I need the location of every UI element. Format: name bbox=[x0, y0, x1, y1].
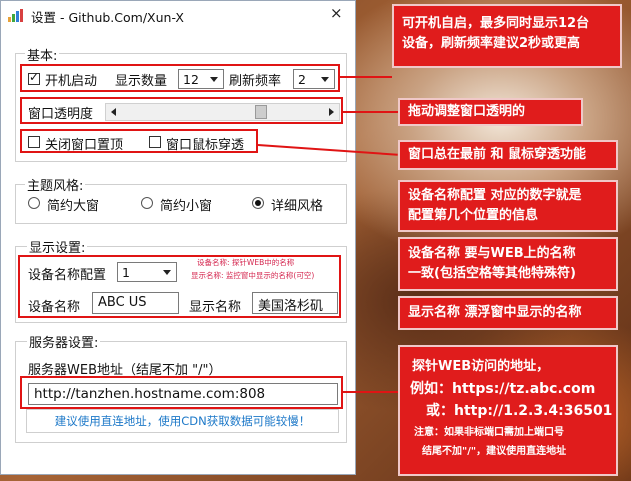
callout-topmost: 窗口总在最前 和 鼠标穿透功能 bbox=[398, 140, 618, 170]
window-title: 设置 - Github.Com/Xun-X bbox=[31, 10, 184, 25]
callout-device-config-line1: 设备名称配置 对应的数字就是 bbox=[408, 188, 582, 203]
highlight-opacity-row bbox=[20, 97, 343, 124]
theme-radio-large[interactable] bbox=[28, 197, 40, 209]
callout-opacity: 拖动调整窗口透明的 bbox=[398, 98, 583, 126]
callout-display-name-text: 显示名称 漂浮窗中显示的名称 bbox=[408, 305, 582, 320]
connector-line-2 bbox=[343, 111, 398, 113]
callout-display-name: 显示名称 漂浮窗中显示的名称 bbox=[398, 296, 618, 330]
callout-web-line2: 例如：https://tz.abc.com bbox=[410, 381, 596, 397]
theme-radio-detail[interactable] bbox=[252, 197, 264, 209]
theme-option-small: 简约小窗 bbox=[160, 199, 213, 214]
callout-topmost-text: 窗口总在最前 和 鼠标穿透功能 bbox=[408, 147, 587, 162]
theme-radio-small[interactable] bbox=[141, 197, 153, 209]
theme-option-detail: 详细风格 bbox=[271, 199, 324, 214]
callout-device-name-line1: 设备名称 要与WEB上的名称 bbox=[408, 246, 576, 261]
close-icon[interactable]: × bbox=[330, 4, 343, 22]
callout-web-line3: 或：http://1.2.3.4:36501 bbox=[426, 403, 613, 419]
callout-web-note2: 结尾不加"/"，建议使用直连地址 bbox=[422, 446, 567, 457]
highlight-checkbox-row bbox=[20, 129, 258, 153]
callout-device-name-line2: 一致(包括空格等其他特殊符) bbox=[408, 266, 576, 281]
callout-web-line1: 探针WEB访问的地址， bbox=[412, 359, 550, 374]
callout-device-config: 设备名称配置 对应的数字就是 配置第几个位置的信息 bbox=[398, 180, 618, 232]
callout-basic: 可开机自启，最多同时显示12台 设备，刷新频率建议2秒或更高 bbox=[392, 4, 622, 68]
highlight-display-row bbox=[18, 255, 341, 318]
callout-basic-line1: 可开机自启，最多同时显示12台 bbox=[402, 16, 590, 31]
callout-opacity-text: 拖动调整窗口透明的 bbox=[408, 104, 526, 119]
connector-line-1 bbox=[340, 76, 392, 78]
server-legend: 服务器设置: bbox=[27, 332, 101, 351]
highlight-basic-row bbox=[20, 64, 340, 92]
callout-basic-line2: 设备，刷新频率建议2秒或更高 bbox=[402, 36, 581, 51]
basic-legend: 基本: bbox=[25, 45, 60, 64]
callout-web-note1: 注意：如果非标端口需加上端口号 bbox=[414, 427, 564, 438]
title-bar[interactable]: 设置 - Github.Com/Xun-X × bbox=[1, 1, 355, 29]
connector-line-4 bbox=[343, 391, 398, 393]
display-legend: 显示设置: bbox=[27, 237, 88, 256]
cdn-hint-button[interactable]: 建议使用直连地址，使用CDN获取数据可能较慢！ bbox=[26, 409, 339, 433]
callout-device-config-line2: 配置第几个位置的信息 bbox=[408, 208, 539, 223]
callout-device-name: 设备名称 要与WEB上的名称 一致(包括空格等其他特殊符) bbox=[398, 237, 618, 291]
app-chart-icon bbox=[8, 9, 24, 22]
highlight-web-address bbox=[20, 376, 343, 409]
theme-legend: 主题风格: bbox=[25, 175, 86, 194]
theme-option-large: 简约大窗 bbox=[47, 199, 100, 214]
callout-web-address: 探针WEB访问的地址， 例如：https://tz.abc.com 或：http… bbox=[398, 345, 618, 476]
